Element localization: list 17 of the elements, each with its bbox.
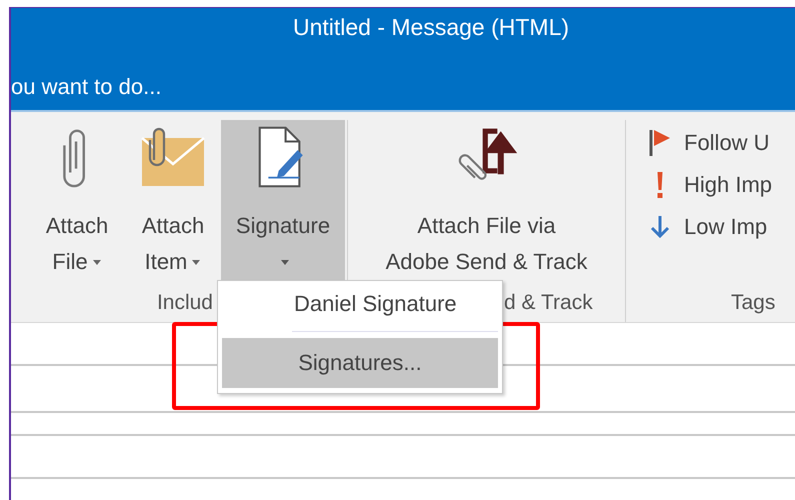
window-title: Untitled - Message (HTML) (292, 14, 570, 41)
group-label: d & Track (504, 291, 593, 315)
menu-item[interactable]: Daniel Signature (222, 285, 498, 323)
group-label: Includ (156, 291, 213, 315)
group-label: Tags (731, 291, 776, 315)
signature-button[interactable]: Signature (221, 120, 345, 280)
adobe-send-button[interactable]: Attach File via Adobe Send & Track (352, 120, 622, 280)
high-button[interactable]: High Imp (648, 172, 772, 198)
envelope-paperclip-icon (140, 126, 206, 188)
menu-item[interactable]: Signatures... (222, 338, 498, 388)
exclamation-icon (657, 172, 663, 198)
flag-icon (648, 128, 672, 158)
low-button[interactable]: Low Imp (648, 212, 772, 242)
tell-me-search[interactable]: ou want to do... (11, 74, 162, 100)
attach-item-button[interactable]: Attach Item (125, 120, 221, 280)
flag-button[interactable]: Follow U (648, 128, 772, 158)
attach-file-button[interactable]: Attach File (29, 120, 125, 280)
